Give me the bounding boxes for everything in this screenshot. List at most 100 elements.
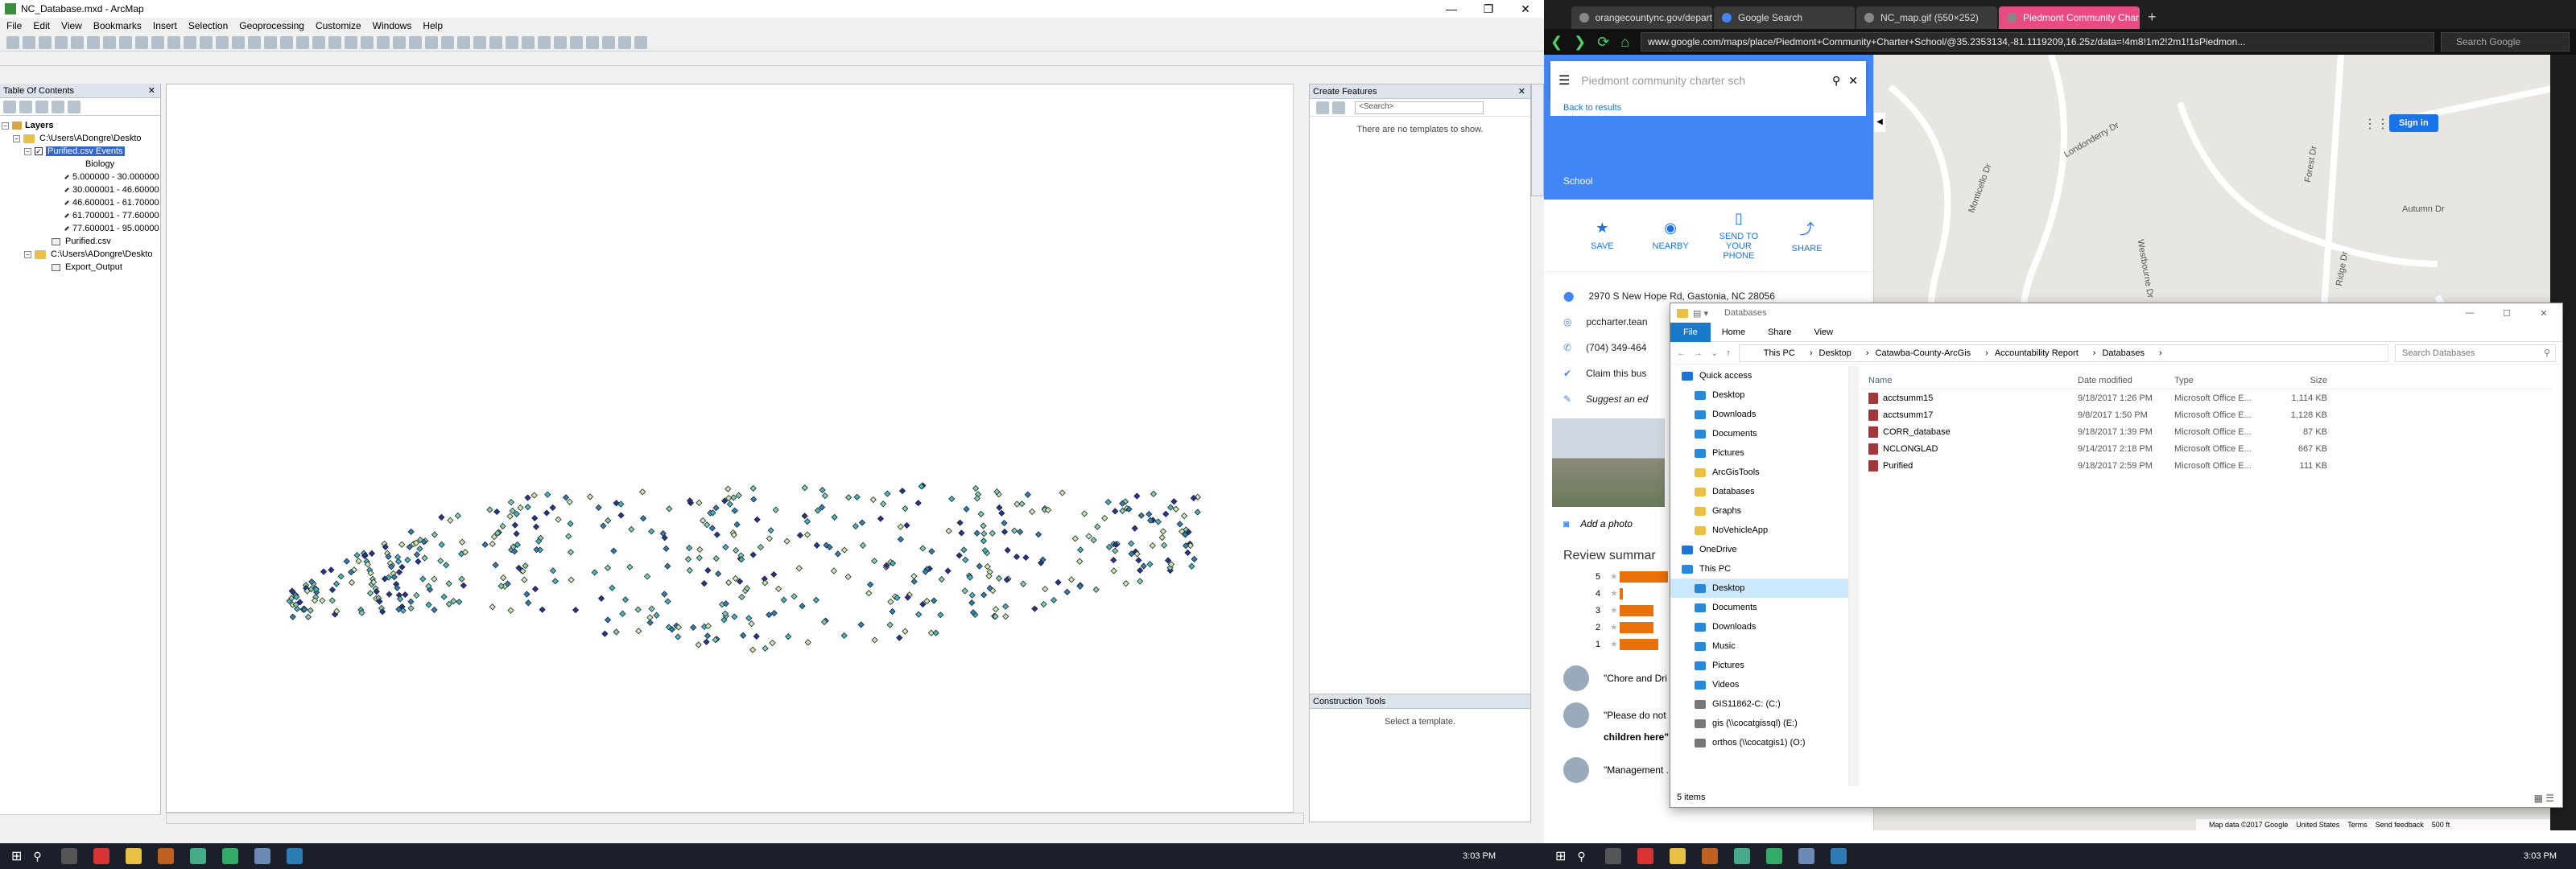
map-point[interactable]	[532, 523, 540, 530]
map-point[interactable]	[407, 604, 415, 612]
map-point[interactable]	[989, 529, 996, 537]
map-point[interactable]	[1184, 549, 1191, 556]
map-point[interactable]	[531, 585, 539, 593]
map-point[interactable]	[1188, 562, 1195, 570]
file-row[interactable]: acctsumm17 9/8/2017 1:50 PM Microsoft Offi…	[1860, 406, 2553, 423]
toolbar-tool-icon[interactable]	[23, 35, 35, 49]
menu-selection[interactable]: Selection	[188, 20, 228, 31]
map-point[interactable]	[328, 586, 336, 594]
action-share[interactable]: ⤴ SHARE	[1783, 218, 1831, 253]
home-icon[interactable]: ⌂	[1620, 34, 1629, 51]
folder-node-1[interactable]: − C:\Users\ADongre\Deskto	[2, 132, 159, 145]
toolbar-tool-icon[interactable]	[377, 35, 390, 49]
breadcrumb-item[interactable]: Accountability Report	[1995, 348, 2079, 358]
map-point[interactable]	[355, 558, 362, 565]
export-node[interactable]: Export_Output	[2, 261, 159, 274]
map-point[interactable]	[525, 599, 532, 607]
map-point[interactable]	[524, 504, 531, 511]
map-point[interactable]	[407, 598, 415, 605]
map-point[interactable]	[871, 558, 878, 565]
map-point[interactable]	[748, 620, 755, 628]
map-point[interactable]	[712, 505, 720, 512]
map-point[interactable]	[731, 613, 738, 620]
map-point[interactable]	[386, 591, 393, 598]
search-input[interactable]: Search Databases ⚲	[2395, 344, 2556, 362]
map-point[interactable]	[896, 634, 903, 641]
map-point[interactable]	[1002, 613, 1009, 620]
map-point[interactable]	[507, 607, 514, 614]
toolbar-tool-icon[interactable]	[167, 35, 180, 49]
map-point[interactable]	[456, 598, 463, 606]
map-point[interactable]	[675, 633, 682, 640]
map-point[interactable]	[481, 541, 489, 548]
map-point[interactable]	[869, 496, 877, 504]
map-point[interactable]	[437, 557, 444, 565]
map-point[interactable]	[948, 495, 956, 503]
map-point[interactable]	[438, 513, 445, 521]
map-point[interactable]	[425, 601, 432, 608]
map-point[interactable]	[1092, 586, 1100, 593]
toolbar-tool-icon[interactable]	[135, 35, 148, 49]
nav-item[interactable]: Desktop	[1670, 579, 1848, 598]
map-point[interactable]	[562, 494, 570, 501]
map-point[interactable]	[1133, 492, 1141, 500]
map-point[interactable]	[684, 555, 692, 563]
map-point[interactable]	[726, 500, 733, 508]
map-point[interactable]	[1137, 566, 1144, 575]
map-point[interactable]	[507, 499, 515, 506]
map-point[interactable]	[801, 513, 808, 520]
list-by-visibility-icon[interactable]	[35, 100, 48, 113]
map-point[interactable]	[431, 531, 439, 538]
map-point[interactable]	[910, 573, 918, 580]
map-point[interactable]	[521, 576, 528, 583]
close-icon[interactable]: ✕	[148, 85, 155, 96]
map-point[interactable]	[413, 551, 421, 558]
map-point[interactable]	[696, 546, 704, 554]
toolbar-tool-icon[interactable]	[586, 35, 599, 49]
map-point[interactable]	[1031, 605, 1038, 612]
map-point[interactable]	[413, 591, 420, 599]
map-point[interactable]	[447, 517, 454, 524]
map-point[interactable]	[328, 566, 335, 574]
map-point[interactable]	[1013, 553, 1021, 561]
map-point[interactable]	[395, 569, 403, 576]
map-point[interactable]	[813, 542, 820, 549]
menu-insert[interactable]: Insert	[153, 20, 177, 31]
map-point[interactable]	[695, 641, 702, 649]
map-point[interactable]	[770, 609, 778, 617]
map-point[interactable]	[960, 546, 968, 554]
map-point[interactable]	[1172, 505, 1179, 513]
map-point[interactable]	[766, 611, 773, 619]
map-point[interactable]	[1076, 558, 1084, 565]
table-node[interactable]: Purified.csv	[2, 235, 159, 248]
map-point[interactable]	[289, 613, 296, 620]
toolbar-tool-icon[interactable]	[280, 35, 293, 49]
map-point[interactable]	[492, 562, 499, 569]
map-point[interactable]	[724, 485, 732, 492]
map-point[interactable]	[1018, 500, 1026, 508]
map-point[interactable]	[1191, 555, 1198, 563]
map-point[interactable]	[1063, 588, 1071, 595]
maps-search-input[interactable]: Piedmont community charter sch	[1581, 74, 1824, 87]
map-point[interactable]	[531, 514, 539, 522]
map-point[interactable]	[348, 579, 356, 587]
map-point[interactable]	[1081, 510, 1088, 517]
map-point[interactable]	[887, 598, 894, 605]
map-point[interactable]	[565, 533, 572, 540]
map-point[interactable]	[1050, 596, 1058, 604]
map-point[interactable]	[735, 492, 742, 499]
toolbar-tool-icon[interactable]	[634, 35, 647, 49]
toolbar-tool-icon[interactable]	[522, 35, 535, 49]
map-point[interactable]	[443, 562, 450, 569]
map-point[interactable]	[902, 505, 909, 513]
map-point[interactable]	[903, 521, 910, 529]
map-point[interactable]	[1180, 513, 1188, 520]
map-point[interactable]	[976, 562, 983, 570]
task-view-icon[interactable]	[1604, 848, 1621, 864]
map-point[interactable]	[889, 607, 896, 616]
nav-item[interactable]: Music	[1670, 636, 1848, 656]
map-point[interactable]	[368, 550, 376, 557]
map-point[interactable]	[923, 597, 931, 605]
map-point[interactable]	[938, 575, 945, 583]
map-point[interactable]	[998, 509, 1005, 517]
